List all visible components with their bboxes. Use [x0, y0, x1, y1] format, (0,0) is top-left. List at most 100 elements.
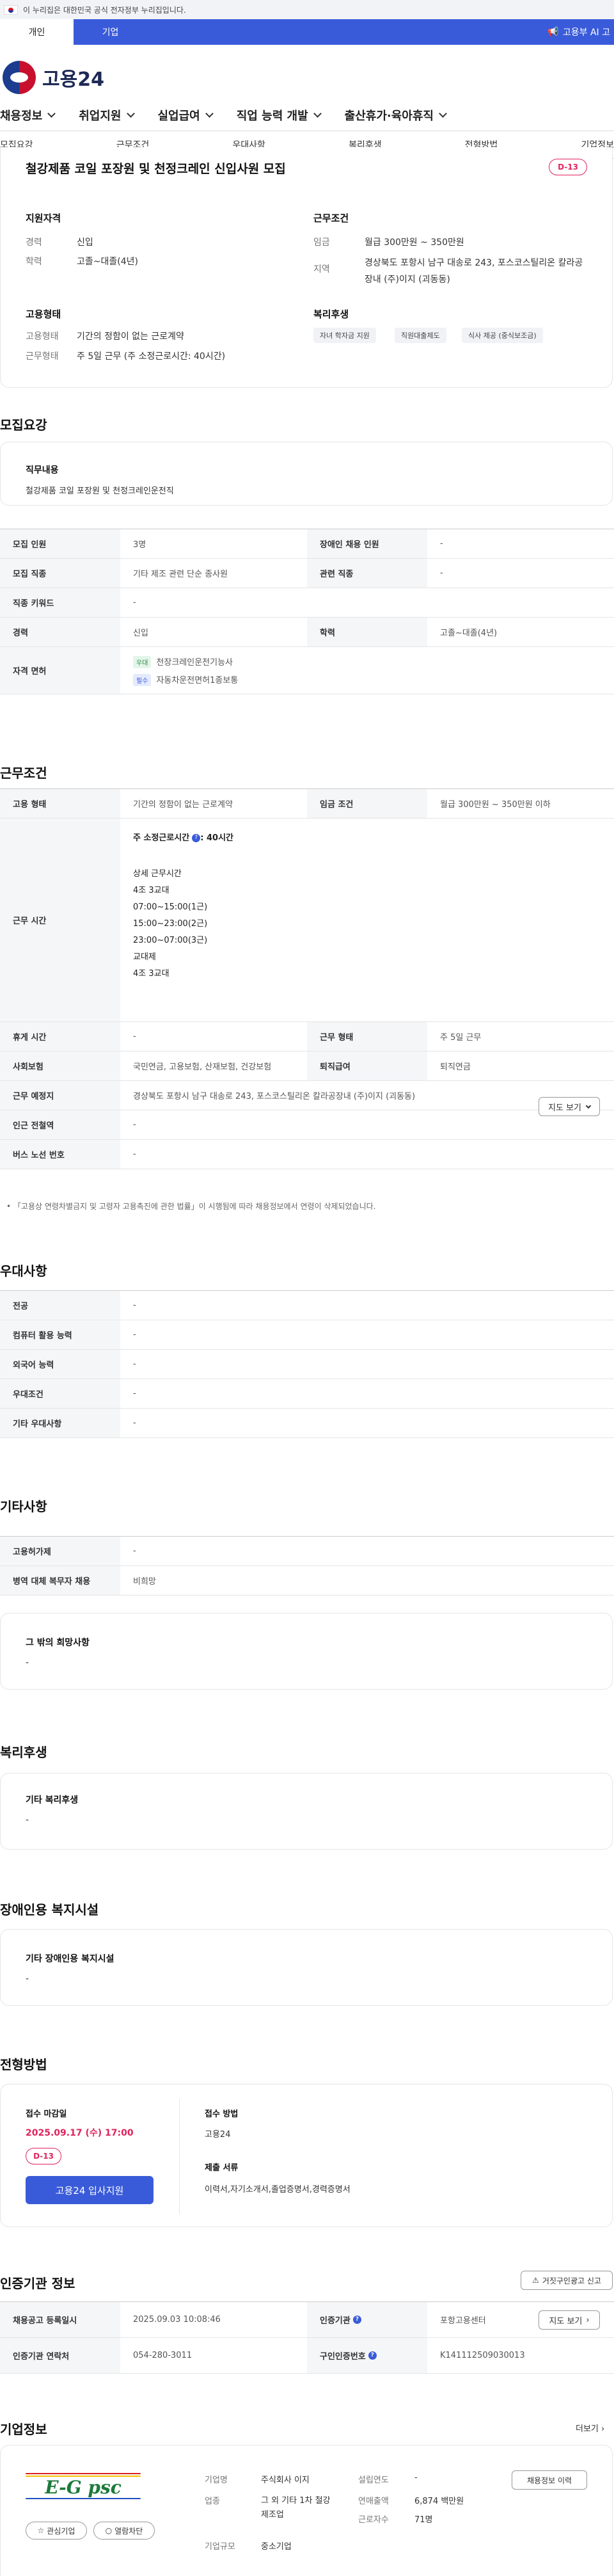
taegeuk-logo-icon — [3, 61, 36, 94]
more-link[interactable]: 더보기 › — [576, 2422, 604, 2434]
wage-value: 월급 300만원 ~ 350만원 — [365, 237, 464, 248]
hours-main-value: : 40시간 — [200, 833, 233, 843]
cert-map-label: 지도 보기 — [549, 2316, 583, 2326]
td: 월급 300만원 ~ 350만원 이하 — [440, 800, 551, 810]
td: 기타 제조 관련 단순 종사원 — [133, 570, 228, 579]
th: 모집 인원 — [0, 529, 120, 558]
table-row: 사회보험 국민연금, 고용보험, 산재보험, 건강보험 퇴직급여 퇴직연금 — [0, 1052, 614, 1081]
cert-map-button[interactable]: 지도 보기 › — [539, 2310, 600, 2330]
th: 사회보험 — [0, 1052, 120, 1080]
method-value: 고용24 — [205, 2130, 231, 2140]
deadline-dday-badge: D-13 — [26, 2148, 61, 2164]
disab-card — [0, 1929, 613, 2006]
welfare-head: 복리후생 — [313, 308, 349, 320]
gov-banner-text: 이 누리집은 대한민국 공식 전자정부 누리집입니다. — [23, 5, 186, 15]
th: 자격 면허 — [0, 647, 120, 694]
help-icon[interactable]: ? — [192, 834, 201, 842]
th: 학력 — [307, 618, 427, 646]
map-button[interactable]: 지도 보기 — [539, 1097, 600, 1116]
th: 근무 예정지 — [0, 1081, 120, 1110]
dday-badge: D-13 — [549, 159, 587, 175]
table-row: 휴게 시간 - 근무 형태 주 5일 근무 — [0, 1022, 614, 1052]
td: - — [133, 598, 136, 607]
more-label: 더보기 — [576, 2424, 599, 2434]
block-button[interactable]: ○ 열람차단 — [93, 2522, 155, 2540]
megaphone-icon: 📢 — [547, 27, 559, 37]
nav-parental-leave[interactable]: 출산휴가·육아휴직 — [345, 107, 447, 124]
td: - — [133, 1389, 136, 1398]
chevron-down-icon — [439, 109, 447, 118]
th: 임금 조건 — [307, 789, 427, 818]
company-name: 주식회사 이지 — [261, 2476, 310, 2485]
td: 고졸~대졸(4년) — [440, 628, 498, 638]
td: 2025.09.03 10:08:46 — [133, 2315, 221, 2324]
logo-bar-blue — [26, 2498, 141, 2499]
help-icon[interactable]: ? — [352, 2316, 361, 2324]
table-row: 우대조건 - — [0, 1379, 614, 1409]
screen-section-title: 전형방법 — [0, 2057, 47, 2072]
chevron-down-icon — [205, 109, 214, 118]
th: 근무 시간 — [0, 819, 120, 1021]
th: 외국어 능력 — [0, 1350, 120, 1379]
welfare-section-title: 복리후생 — [0, 1745, 47, 1760]
td: 기간의 정함이 없는 근로계약 — [133, 800, 233, 810]
pref-table: 전공 - 컴퓨터 활용 능력 - 외국어 능력 - 우대조건 - 기타 우대사항 - — [0, 1290, 614, 1438]
nav-unemployment-benefit[interactable]: 실업급여 — [158, 107, 214, 124]
td: 주 5일 근무 — [440, 1033, 482, 1043]
table-row: 모집 직종 기타 제조 관련 단순 종사원 관련 직종 - — [0, 559, 614, 588]
hours-main-label: 주 소정근로시간 — [133, 833, 190, 843]
report-button[interactable]: ⚠ 거짓구인광고 신고 — [521, 2271, 613, 2290]
region-value: 경상북도 포항시 남구 대송로 243, 포스코스틸리온 칼라공장내 (주)이지… — [365, 258, 583, 285]
td: - — [440, 568, 443, 578]
logo-bar-red — [26, 2473, 141, 2474]
sales-label: 연매출액 — [358, 2497, 389, 2506]
screen-card — [0, 2084, 613, 2227]
warning-icon: ⚠ — [532, 2276, 539, 2285]
other-value: - — [26, 1658, 29, 1668]
chevron-right-icon: › — [598, 2424, 605, 2434]
top-tabs: 개인 기업 📢 고용부 AI 고 — [0, 19, 614, 45]
td: - — [133, 1330, 136, 1340]
work-section-title: 근무조건 — [0, 765, 47, 781]
nav-employment-support[interactable]: 취업지원 — [79, 107, 135, 124]
table-row: 외국어 능력 - — [0, 1350, 614, 1379]
age-note-text: 「고용상 연령차별금지 및 고령자 고용촉진에 관한 법률」이 시행됨에 따라 … — [13, 1202, 376, 1211]
map-button-label: 지도 보기 — [548, 1103, 581, 1113]
nav-vocational-training[interactable]: 직업 능력 개발 — [237, 107, 322, 124]
block-icon: ○ — [105, 2526, 113, 2535]
welfare-other-value: - — [26, 1815, 29, 1825]
license-name: 천장크레인운전기능사 — [156, 657, 233, 668]
table-row: 채용공고 등록일시 2025.09.03 10:08:46 인증기관? 포항고용… — [0, 2302, 614, 2338]
nav-job-info[interactable]: 채용정보 — [0, 107, 56, 124]
help-icon[interactable]: ? — [368, 2351, 377, 2360]
docs-head: 제출 서류 — [205, 2163, 239, 2173]
gov-banner: 이 누리집은 대한민국 공식 전자정부 누리집입니다. — [0, 0, 614, 19]
th: 컴퓨터 활용 능력 — [0, 1320, 120, 1349]
favorite-button[interactable]: ☆ 관심기업 — [26, 2522, 87, 2540]
duty-value: 철강제품 코일 포장원 및 천정크레인운전직 — [26, 486, 174, 496]
etc-section-title: 기타사항 — [0, 1499, 47, 1514]
table-row: 경력 신입 학력 고졸~대졸(4년) — [0, 618, 614, 647]
deadline-value: 2025.09.17 (수) 17:00 — [26, 2128, 134, 2138]
ai-banner[interactable]: 📢 고용부 AI 고 — [547, 19, 614, 45]
worktype-label: 근무형태 — [26, 351, 59, 362]
star-icon: ☆ — [37, 2526, 45, 2535]
staff-label: 근로자수 — [358, 2515, 389, 2525]
pref-tag: 우대 — [133, 655, 152, 668]
td: 퇴직연금 — [440, 1062, 471, 1072]
history-button[interactable]: 채용정보 이력 — [512, 2470, 587, 2490]
table-row: 기타 우대사항 - — [0, 1409, 614, 1438]
th: 고용 형태 — [0, 789, 120, 818]
required-tag: 필수 — [133, 673, 152, 686]
site-logo[interactable]: 고용24 — [3, 61, 104, 94]
tab-personal[interactable]: 개인 — [0, 19, 74, 45]
hours-detail: 4조 3교대 — [133, 969, 169, 979]
tab-company[interactable]: 기업 — [74, 19, 147, 45]
work-table: 고용 형태 기간의 정함이 없는 근로계약 임금 조건 월급 300만원 ~ 3… — [0, 788, 614, 1169]
td: 경상북도 포항시 남구 대송로 243, 포스코스틸리온 칼라공장내 (주)이지… — [133, 1092, 416, 1101]
apply-button[interactable]: 고용24 입사지원 — [26, 2176, 154, 2204]
td: 054-280-3011 — [133, 2351, 193, 2360]
chevron-down-icon — [585, 1103, 592, 1108]
dot-icon: • — [6, 1202, 13, 1211]
table-row: 인증기관 연락처 054-280-3011 구인인증번호? K141112509… — [0, 2338, 614, 2374]
